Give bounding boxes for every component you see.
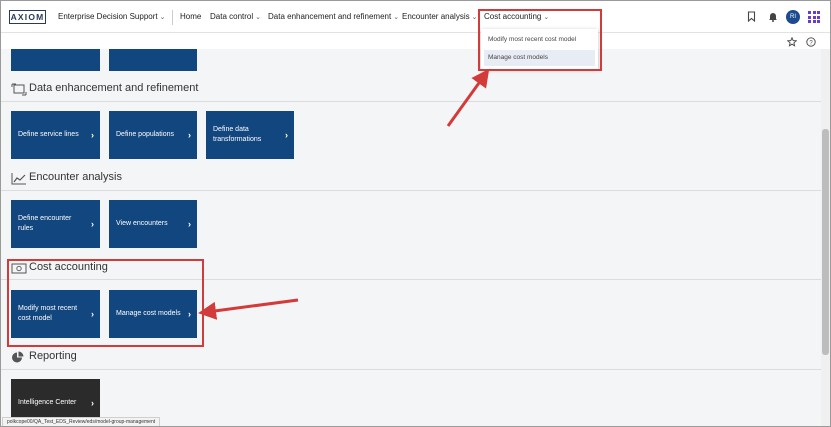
top-nav-bar: AXIOM Enterprise Decision Support ⌄ Home … <box>1 1 830 33</box>
tile-define-encounter-rules[interactable]: Define encounter rules › <box>11 200 100 248</box>
section-title: Data enhancement and refinement <box>29 82 199 94</box>
section-divider <box>1 101 821 102</box>
section-title: Reporting <box>29 350 77 362</box>
tile-label: Define populations <box>116 131 174 138</box>
section-divider <box>1 190 821 191</box>
nav-encounter-analysis[interactable]: Encounter analysis ⌄ <box>402 12 477 21</box>
section-encounter-analysis: Encounter analysis <box>11 171 122 184</box>
tile-define-service-lines[interactable]: Define service lines › <box>11 111 100 159</box>
tile-partial-2[interactable] <box>109 49 197 71</box>
tile-label: View encounters <box>116 220 168 227</box>
product-menu[interactable]: Enterprise Decision Support ⌄ <box>58 12 165 21</box>
nav-divider <box>172 10 173 25</box>
nav-encounter-analysis-label: Encounter analysis <box>402 12 470 21</box>
product-label: Enterprise Decision Support <box>58 12 158 21</box>
chevron-right-icon: › <box>91 398 94 408</box>
nav-data-enhancement-label: Data enhancement and refinement <box>268 12 392 21</box>
nav-data-enhancement[interactable]: Data enhancement and refinement ⌄ <box>268 12 399 21</box>
chevron-down-icon: ⌄ <box>393 14 400 21</box>
nav-data-control[interactable]: Data control ⌄ <box>210 12 261 21</box>
annotation-highlight-nav <box>478 9 602 71</box>
app-window: AXIOM Enterprise Decision Support ⌄ Home … <box>0 0 831 427</box>
chevron-down-icon: ⌄ <box>255 14 262 21</box>
chevron-right-icon: › <box>285 130 288 140</box>
data-enhancement-icon <box>11 83 27 95</box>
chevron-right-icon: › <box>188 219 191 229</box>
tile-define-populations[interactable]: Define populations › <box>109 111 197 159</box>
line-chart-icon <box>11 172 26 184</box>
section-data-enhancement: Data enhancement and refinement <box>11 82 199 95</box>
section-divider <box>1 369 821 370</box>
section-title: Encounter analysis <box>29 171 122 183</box>
tile-define-data-transformations[interactable]: Define data transformations › <box>206 111 294 159</box>
chevron-down-icon: ⌄ <box>159 14 166 21</box>
section-reporting: Reporting <box>11 350 77 362</box>
apps-grid-icon[interactable] <box>808 11 820 23</box>
annotation-highlight-cost-accounting <box>7 259 204 347</box>
nav-home[interactable]: Home <box>180 12 201 21</box>
pie-chart-icon <box>11 351 25 362</box>
status-url: polkcope00/QA_Test_EDS_Review/eds/model-… <box>2 417 161 426</box>
scrollbar-thumb[interactable] <box>822 129 829 355</box>
tile-view-encounters[interactable]: View encounters › <box>109 200 197 248</box>
chevron-down-icon: ⌄ <box>471 14 478 21</box>
tile-partial-1[interactable] <box>11 49 100 71</box>
bookmark-icon[interactable] <box>747 11 756 26</box>
chevron-right-icon: › <box>91 130 94 140</box>
chevron-right-icon: › <box>188 130 191 140</box>
avatar[interactable]: RI <box>786 10 800 24</box>
bell-icon[interactable] <box>768 11 778 26</box>
axiom-logo[interactable]: AXIOM <box>9 10 46 24</box>
nav-home-label: Home <box>180 12 202 21</box>
tile-label: Define data transformations <box>213 126 262 143</box>
tile-label: Intelligence Center <box>18 399 77 406</box>
nav-data-control-label: Data control <box>210 12 254 21</box>
tile-label: Define service lines <box>18 131 79 138</box>
tile-label: Define encounter rules <box>18 215 72 232</box>
chevron-right-icon: › <box>91 219 94 229</box>
